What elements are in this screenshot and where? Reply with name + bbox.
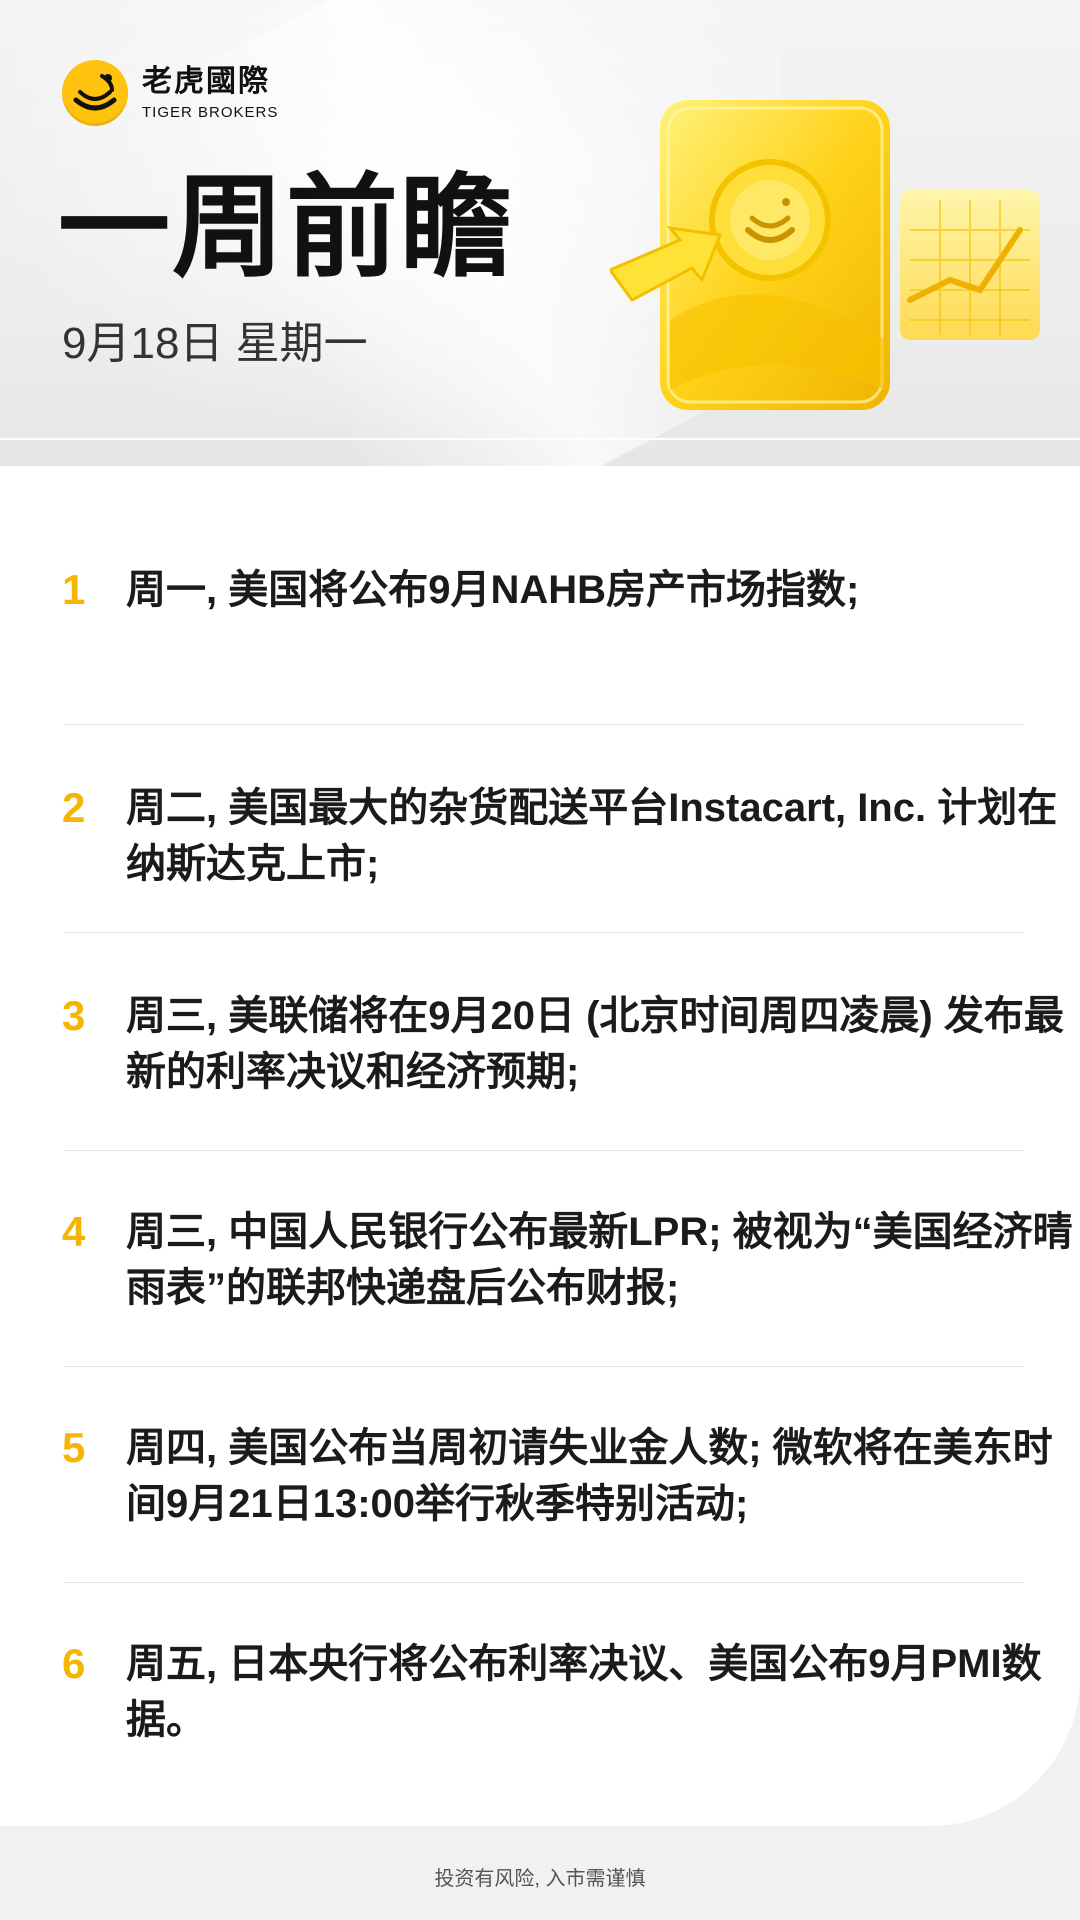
item-divider [64, 1150, 1024, 1151]
brand-name-en: TIGER BROKERS [142, 103, 279, 121]
header-banner: 老虎國際 TIGER BROKERS 一周前瞻 9月18日 星期一 [0, 0, 1080, 466]
page-date: 9月18日 星期一 [62, 319, 368, 368]
item-text: 周四, 美国公布当周初请失业金人数; 微软将在美东时间9月21日13:00举行秋… [126, 1426, 1053, 1526]
item-text: 周三, 中国人民银行公布最新LPR; 被视为“美国经济晴雨表”的联邦快递盘后公布… [126, 1210, 1073, 1310]
yellow-stock-card-illustration [610, 100, 1040, 410]
brand-logo: 老虎國際 TIGER BROKERS [62, 60, 278, 126]
tiger-stripes-icon [62, 60, 128, 126]
header-divider [0, 438, 1080, 440]
item-divider [64, 724, 1024, 725]
item-text: 周二, 美国最大的杂货配送平台Instacart, Inc. 计划在纳斯达克上市… [126, 786, 1058, 886]
item-number: 2 [62, 784, 86, 831]
item-number: 3 [62, 992, 86, 1039]
item-divider [64, 1582, 1024, 1583]
item-number: 5 [62, 1424, 86, 1471]
item-number: 4 [62, 1208, 86, 1255]
brand-name-cn: 老虎國際 [142, 64, 270, 98]
risk-disclaimer: 投资有风险, 入市需谨慎 [434, 1868, 646, 1890]
page-title: 一周前瞻 [58, 165, 514, 290]
item-divider [64, 1366, 1024, 1367]
item-text: 周三, 美联储将在9月20日 (北京时间周四凌晨) 发布最新的利率决议和经济预期… [126, 994, 1064, 1094]
item-number: 6 [62, 1640, 86, 1687]
item-number: 1 [62, 566, 86, 613]
item-text: 周一, 美国将公布9月NAHB房产市场指数; [126, 568, 860, 612]
item-text: 周五, 日本央行将公布利率决议、美国公布9月PMI数据。 [126, 1642, 1042, 1742]
weekly-outlook-card: 1 周一, 美国将公布9月NAHB房产市场指数; 2 周二, 美国最大的杂货配送… [0, 466, 1080, 1826]
item-divider [64, 932, 1024, 933]
